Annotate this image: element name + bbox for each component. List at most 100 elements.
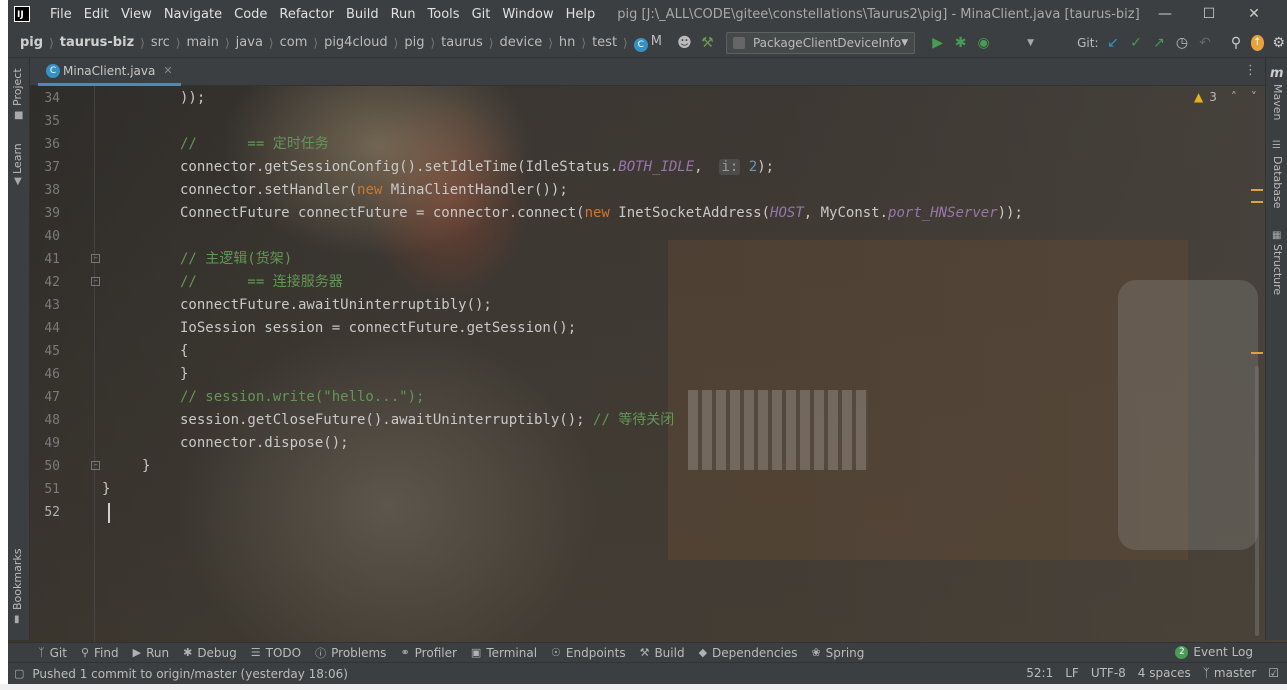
rollback-icon[interactable]: ↶ [1197,33,1214,53]
crumb-module[interactable]: taurus-biz [60,35,134,50]
chevron-right-icon: ⟩ [488,35,494,50]
menu-refactor[interactable]: Refactor [273,7,340,22]
run-configuration-select[interactable]: PackageClientDeviceInfo ▼ [725,31,916,54]
git-commit-icon[interactable]: ✓ [1128,33,1145,53]
event-log[interactable]: 2 Event Log [1175,645,1253,659]
tool-problems-label: Problems [331,645,387,660]
structure-tab[interactable]: Structure [1271,244,1284,295]
tool-profiler-label: Profiler [414,645,457,660]
tab-minaclient[interactable]: C MinaClient.java ✕ [38,58,181,86]
fold-marker-icon[interactable]: − [91,277,100,286]
menu-edit[interactable]: Edit [78,7,115,22]
more-run-options-icon[interactable]: ▼ [1022,33,1039,53]
tool-todo[interactable]: ☰ TODO [251,646,301,660]
tool-dependencies[interactable]: ◆ Dependencies [699,646,798,660]
chevron-right-icon: ⟩ [393,35,399,50]
menu-help[interactable]: Help [560,7,602,22]
tool-git-label: Git [49,645,67,660]
chevron-right-icon: ⟩ [175,35,181,50]
run-icon[interactable]: ▶ [929,33,946,53]
crumb-taurus[interactable]: taurus [441,35,483,50]
panel-toggle-icon[interactable]: ▢ [14,667,24,680]
menu-tools[interactable]: Tools [422,7,466,22]
maven-tab[interactable]: Maven [1271,84,1284,120]
status-bar: ▢ Pushed 1 commit to origin/master (yest… [8,662,1287,684]
line-separator[interactable]: LF [1065,666,1079,680]
crumb-src[interactable]: src [151,35,170,50]
tool-problems[interactable]: ⓘ Problems [315,645,386,661]
line-text: ConnectFuture connectFuture = connector.… [180,205,1023,221]
menu-run[interactable]: Run [385,7,422,22]
git-label: Git: [1077,35,1099,50]
crumb-project[interactable]: pig [20,35,43,50]
crumb-com[interactable]: com [280,35,308,50]
status-message[interactable]: Pushed 1 commit to origin/master (yester… [32,667,348,681]
tool-run[interactable]: ▶ Run [133,646,169,660]
tool-window-bar: ᛉ Git ⚲ Find ▶ Run ✱ Debug ☰ TODO ⓘ Problems ⚭… [8,642,1287,662]
crumb-pig[interactable]: pig [404,35,424,50]
history-icon[interactable]: ◷ [1174,33,1191,53]
minimize-icon[interactable]: — [1155,4,1175,24]
git-branch-icon: ᛉ [1202,666,1210,680]
project-tab[interactable]: Project [11,68,24,106]
line-number: 43 [44,298,60,313]
crumb-device[interactable]: device [500,35,543,50]
warning-marker[interactable] [1251,201,1263,203]
menu-build[interactable]: Build [340,7,385,22]
fold-marker-icon[interactable]: − [91,254,100,263]
crumb-class[interactable]: CM [633,34,662,52]
menu-file[interactable]: File [44,7,78,22]
tool-build[interactable]: ⚒ Build [640,646,685,660]
menu-view[interactable]: View [115,7,158,22]
crumb-hn[interactable]: hn [559,35,575,50]
warning-marker[interactable] [1251,189,1263,191]
tool-find[interactable]: ⚲ Find [81,646,119,660]
lock-icon[interactable]: ☑ [1268,666,1279,680]
line-text: // == 定时任务 [180,136,329,152]
line-text: connector.getSessionConfig().setIdleTime… [180,159,775,175]
tool-spring[interactable]: ❀ Spring [811,646,864,660]
git-branch-widget[interactable]: ᛉ master [1203,666,1257,680]
close-tab-icon[interactable]: ✕ [163,64,172,77]
caret-position[interactable]: 52:1 [1026,666,1053,680]
breadcrumb: pig ⟩ taurus-biz ⟩ src ⟩ main ⟩ java ⟩ com ⟩ p… [20,34,662,52]
code-editor[interactable]: ▲ 3 ˄ ˅ 34)); 35 36// == 定时任务 37 connector… [30,86,1265,642]
search-icon[interactable]: ⚲ [1228,33,1245,53]
debug-icon[interactable]: ✱ [952,33,969,53]
git-update-icon[interactable]: ↙ [1105,33,1122,53]
chevron-down-icon[interactable]: ˅ [1251,90,1257,104]
menu-window[interactable]: Window [496,7,559,22]
settings-icon[interactable]: ⚙ [1270,33,1287,53]
learn-tab[interactable]: Learn [11,143,24,174]
tool-endpoints[interactable]: ☉ Endpoints [551,646,626,660]
crumb-main[interactable]: main [187,35,219,50]
tool-terminal[interactable]: ▣ Terminal [471,646,537,660]
coverage-icon[interactable]: ◉ [975,33,992,53]
crumb-java[interactable]: java [236,35,263,50]
warning-marker[interactable] [1251,352,1263,354]
tool-git[interactable]: ᛉ Git [38,646,67,660]
line-text: IoSession session = connectFuture.getSes… [180,320,577,336]
tool-profiler[interactable]: ⚭ Profiler [400,646,456,660]
close-window-icon[interactable]: ✕ [1244,4,1264,24]
bookmarks-tab[interactable]: Bookmarks [11,549,24,610]
vertical-scrollbar[interactable] [1255,366,1259,636]
crumb-pig4cloud[interactable]: pig4cloud [324,35,388,50]
menu-navigate[interactable]: Navigate [158,7,228,22]
database-tab[interactable]: Database [1271,156,1284,209]
tool-debug[interactable]: ✱ Debug [183,646,237,660]
git-push-icon[interactable]: ↗ [1151,33,1168,53]
window-title: pig [J:\_ALL\CODE\gitee\constellations\T… [617,6,1140,22]
menu-git[interactable]: Git [466,7,497,22]
update-icon[interactable]: ↑ [1250,34,1265,51]
indent-setting[interactable]: 4 spaces [1138,666,1191,680]
line-number: 44 [44,321,60,336]
hammer-build-icon[interactable]: ⚒ [699,33,716,53]
maximize-icon[interactable]: ☐ [1199,4,1219,24]
user-icon[interactable]: ☻ [676,33,693,53]
fold-marker-icon[interactable]: − [91,461,100,470]
menu-code[interactable]: Code [228,7,273,22]
tab-options-icon[interactable]: ⋮ [1244,63,1257,78]
crumb-test[interactable]: test [592,35,617,50]
file-encoding[interactable]: UTF-8 [1091,666,1126,680]
